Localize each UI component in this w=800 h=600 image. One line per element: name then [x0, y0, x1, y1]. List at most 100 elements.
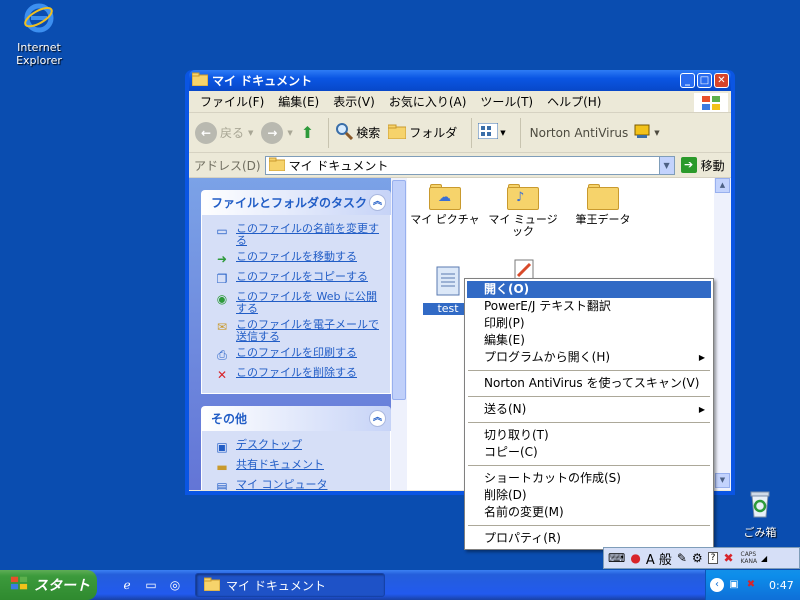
- place-my-computer[interactable]: ▤ マイ コンピュータ: [214, 479, 384, 491]
- context-menu-item-label: Norton AntiVirus を使ってスキャン(V): [484, 376, 700, 390]
- desktop-icon: ▣: [216, 440, 228, 454]
- file-item-fudeo-data[interactable]: 筆王データ: [565, 184, 641, 226]
- menu-tools[interactable]: ツール(T): [473, 93, 540, 110]
- media-player-icon[interactable]: ◎: [166, 576, 184, 594]
- collapse-chevron-icon[interactable]: ︽: [369, 194, 386, 211]
- task-copy[interactable]: ❐ このファイルをコピーする: [214, 271, 384, 287]
- context-menu-item[interactable]: 送る(N) ▶: [467, 401, 711, 418]
- kana-label: KANA: [740, 558, 758, 565]
- up-folder-button[interactable]: ⬆: [301, 123, 314, 142]
- language-bar: ⌨ ● A 般 ✎ ⚙ ? ✖ CAPS KANA ◢: [603, 547, 800, 569]
- panel-body: ▭ このファイルの名前を変更する ➜ このファイルを移動する ❐ このファイルを…: [201, 215, 391, 394]
- help-icon[interactable]: ?: [707, 552, 719, 564]
- context-menu-item[interactable]: 開く(O): [467, 281, 711, 298]
- context-menu-item[interactable]: 切り取り(T): [467, 427, 711, 444]
- up-folder-icon: ⬆: [300, 123, 315, 142]
- show-hidden-icons-chevron[interactable]: ‹: [710, 578, 724, 592]
- show-desktop-icon[interactable]: ▭: [142, 576, 160, 594]
- menu-favorites[interactable]: お気に入り(A): [382, 93, 474, 110]
- keyboard-icon[interactable]: ⌨: [608, 551, 625, 565]
- menu-view[interactable]: 表示(V): [326, 93, 382, 110]
- ime-pad-icon[interactable]: ✎: [677, 551, 687, 565]
- recycle-bin-icon: [750, 491, 770, 518]
- place-shared-documents[interactable]: ▬ 共有ドキュメント: [214, 459, 384, 475]
- langbar-options-icon[interactable]: ◢: [761, 554, 767, 563]
- go-button[interactable]: ➔ 移動: [680, 157, 725, 174]
- context-menu-item[interactable]: プログラムから開く(H) ▶: [467, 349, 711, 366]
- caps-kana-indicator: CAPS KANA: [741, 551, 758, 565]
- norton-antivirus-button[interactable]: Norton AntiVirus ▼: [527, 123, 660, 142]
- context-menu-item-label: プログラムから開く(H): [484, 350, 611, 364]
- tools-icon[interactable]: ⚙: [692, 551, 703, 565]
- task-label: このファイルを移動する: [236, 250, 357, 263]
- place-desktop[interactable]: ▣ デスクトップ: [214, 439, 384, 455]
- address-bar: アドレス(D) マイ ドキュメント ▼ ➔ 移動: [189, 153, 731, 178]
- maximize-button[interactable]: □: [697, 73, 712, 88]
- go-label: 移動: [700, 158, 725, 173]
- panel-body: ▣ デスクトップ ▬ 共有ドキュメント ▤ マイ コンピュータ: [201, 431, 391, 490]
- address-dropdown-button[interactable]: ▼: [658, 156, 674, 174]
- task-rename[interactable]: ▭ このファイルの名前を変更する: [214, 223, 384, 247]
- context-menu-item-label: コピー(C): [484, 445, 538, 459]
- panel-header[interactable]: その他 ︽: [201, 406, 391, 431]
- scrollbar-thumb[interactable]: [392, 180, 406, 400]
- context-menu-item[interactable]: PowerE/J テキスト翻訳: [467, 298, 711, 315]
- network-icon[interactable]: ▣: [727, 578, 741, 592]
- email-icon: ✉: [216, 320, 228, 334]
- task-web-publish[interactable]: ◉ このファイルを Web に公開する: [214, 291, 384, 315]
- address-input[interactable]: マイ ドキュメント ▼: [264, 155, 675, 175]
- context-menu-item[interactable]: 印刷(P): [467, 315, 711, 332]
- task-delete[interactable]: ✕ このファイルを削除する: [214, 367, 384, 383]
- context-menu-item[interactable]: 削除(D): [467, 487, 711, 504]
- ime-icon[interactable]: ●: [630, 551, 640, 565]
- minimize-button[interactable]: _: [680, 73, 695, 88]
- file-name: マイ ピクチャ: [410, 213, 480, 226]
- views-button[interactable]: ▼: [477, 122, 506, 142]
- security-alert-icon[interactable]: ✖: [744, 578, 758, 592]
- submenu-arrow-icon: ▶: [698, 353, 705, 362]
- norton-label: Norton AntiVirus: [529, 125, 629, 140]
- search-button[interactable]: 検索: [335, 122, 380, 143]
- file-item-my-music[interactable]: ♪ マイ ミュージック: [485, 184, 561, 238]
- context-menu-item[interactable]: コピー(C): [467, 444, 711, 461]
- scroll-up-arrow-icon[interactable]: ▲: [715, 178, 730, 193]
- window-title: マイ ドキュメント: [212, 74, 313, 88]
- scroll-down-arrow-icon[interactable]: ▼: [715, 473, 730, 488]
- context-menu-item[interactable]: 編集(E): [467, 332, 711, 349]
- task-pane-scrollbar[interactable]: [391, 178, 407, 490]
- start-button[interactable]: スタート: [0, 570, 97, 600]
- context-menu-item[interactable]: Norton AntiVirus を使ってスキャン(V): [467, 375, 711, 392]
- task-print[interactable]: ⎙ このファイルを印刷する: [214, 347, 384, 363]
- windows-logo-icon: [694, 93, 728, 112]
- close-button[interactable]: ✕: [714, 73, 729, 88]
- computer-icon: ▤: [216, 480, 228, 490]
- taskbar-button-my-documents[interactable]: マイ ドキュメント: [195, 573, 385, 597]
- folder-icon: [203, 577, 221, 594]
- file-name: マイ ミュージック: [488, 213, 558, 238]
- panel-header[interactable]: ファイルとフォルダのタスク ︽: [201, 190, 391, 215]
- folders-button[interactable]: フォルダ: [387, 123, 457, 142]
- menu-edit[interactable]: 編集(E): [271, 93, 326, 110]
- search-label: 検索: [356, 126, 381, 140]
- context-menu-item[interactable]: 名前の変更(M): [467, 504, 711, 521]
- menu-help[interactable]: ヘルプ(H): [540, 93, 608, 110]
- internet-explorer-icon[interactable]: ℯ: [118, 576, 136, 594]
- back-button[interactable]: ← 戻る ▼: [195, 121, 253, 144]
- title-bar[interactable]: マイ ドキュメント _ □ ✕: [189, 70, 731, 91]
- folder-icon: [587, 184, 619, 210]
- task-move[interactable]: ➜ このファイルを移動する: [214, 251, 384, 267]
- file-list-scrollbar[interactable]: ▲ ▼: [714, 178, 731, 490]
- desktop-icon-internet-explorer[interactable]: Internet Explorer: [1, 2, 77, 67]
- dropdown-arrow-icon: ▼: [500, 128, 506, 137]
- context-menu-item[interactable]: ショートカットの作成(S): [467, 470, 711, 487]
- context-menu-item[interactable]: プロパティ(R): [467, 530, 711, 547]
- start-label: スタート: [34, 578, 90, 594]
- clock[interactable]: 0:47: [769, 579, 794, 592]
- collapse-chevron-icon[interactable]: ︽: [369, 410, 386, 427]
- file-item-my-pictures[interactable]: ☁ マイ ピクチャ: [407, 184, 483, 226]
- forward-button[interactable]: → ▼: [261, 121, 293, 144]
- task-email[interactable]: ✉ このファイルを電子メールで送信する: [214, 319, 384, 343]
- close-langbar-icon[interactable]: ✖: [723, 551, 733, 565]
- menu-file[interactable]: ファイル(F): [193, 93, 271, 110]
- input-mode[interactable]: A 般: [646, 549, 672, 568]
